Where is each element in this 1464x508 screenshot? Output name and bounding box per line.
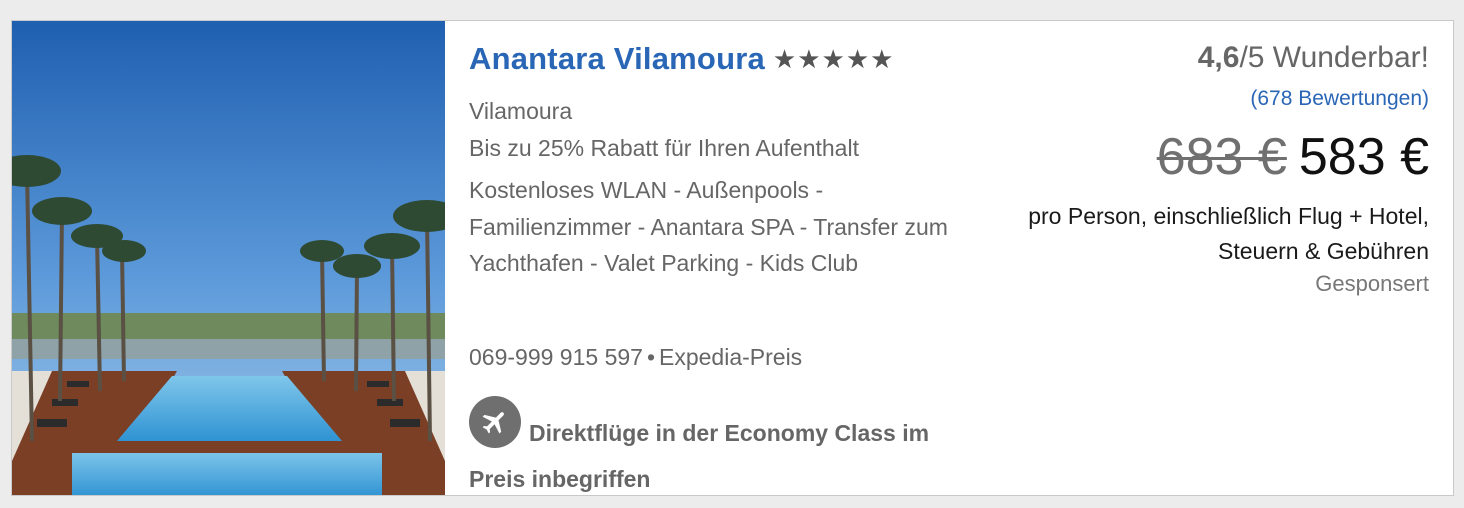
star-rating: ★★★★★ [772,44,895,74]
title-row: Anantara Vilamoura ★★★★★ [469,41,894,77]
discount-text: Bis zu 25% Rabatt für Ihren Aufenthalt [469,135,859,161]
flight-text: Direktflüge in der Economy Class im Prei… [469,420,930,492]
price-source: Expedia-Preis [659,344,803,370]
old-price: 683 € [1156,128,1287,186]
contact-line: 069-999 915 597 • Expedia-Preis [469,339,802,375]
phone-number[interactable]: 069-999 915 597 [469,344,643,370]
sponsored-label: Gesponsert [1315,271,1429,296]
current-price[interactable]: 583 € [1299,128,1429,186]
airplane-icon [469,396,521,448]
hotel-info: Anantara Vilamoura ★★★★★ Vilamoura Bis zu… [469,21,989,495]
reviews-link[interactable]: (678 Bewertungen) [1250,87,1429,111]
amenities-text: Kostenloses WLAN - Außenpools - Familien… [469,177,948,276]
rating-scale: /5 Wunderbar! [1239,41,1429,74]
hotel-name-link[interactable]: Anantara Vilamoura [469,41,765,76]
price-row: 683 €583 € [1157,127,1429,187]
rating-score: 4,6 [1197,41,1240,74]
guest-rating: 4,6/5 Wunderbar! [1198,41,1429,75]
separator-dot: • [646,344,655,370]
hotel-listing-card[interactable]: Anantara Vilamoura ★★★★★ Vilamoura Bis zu… [11,20,1454,496]
hotel-photo[interactable] [12,21,445,495]
price-note: pro Person, einschließlich Flug + Hotel,… [1028,203,1429,264]
hotel-location: Vilamoura [469,98,573,124]
